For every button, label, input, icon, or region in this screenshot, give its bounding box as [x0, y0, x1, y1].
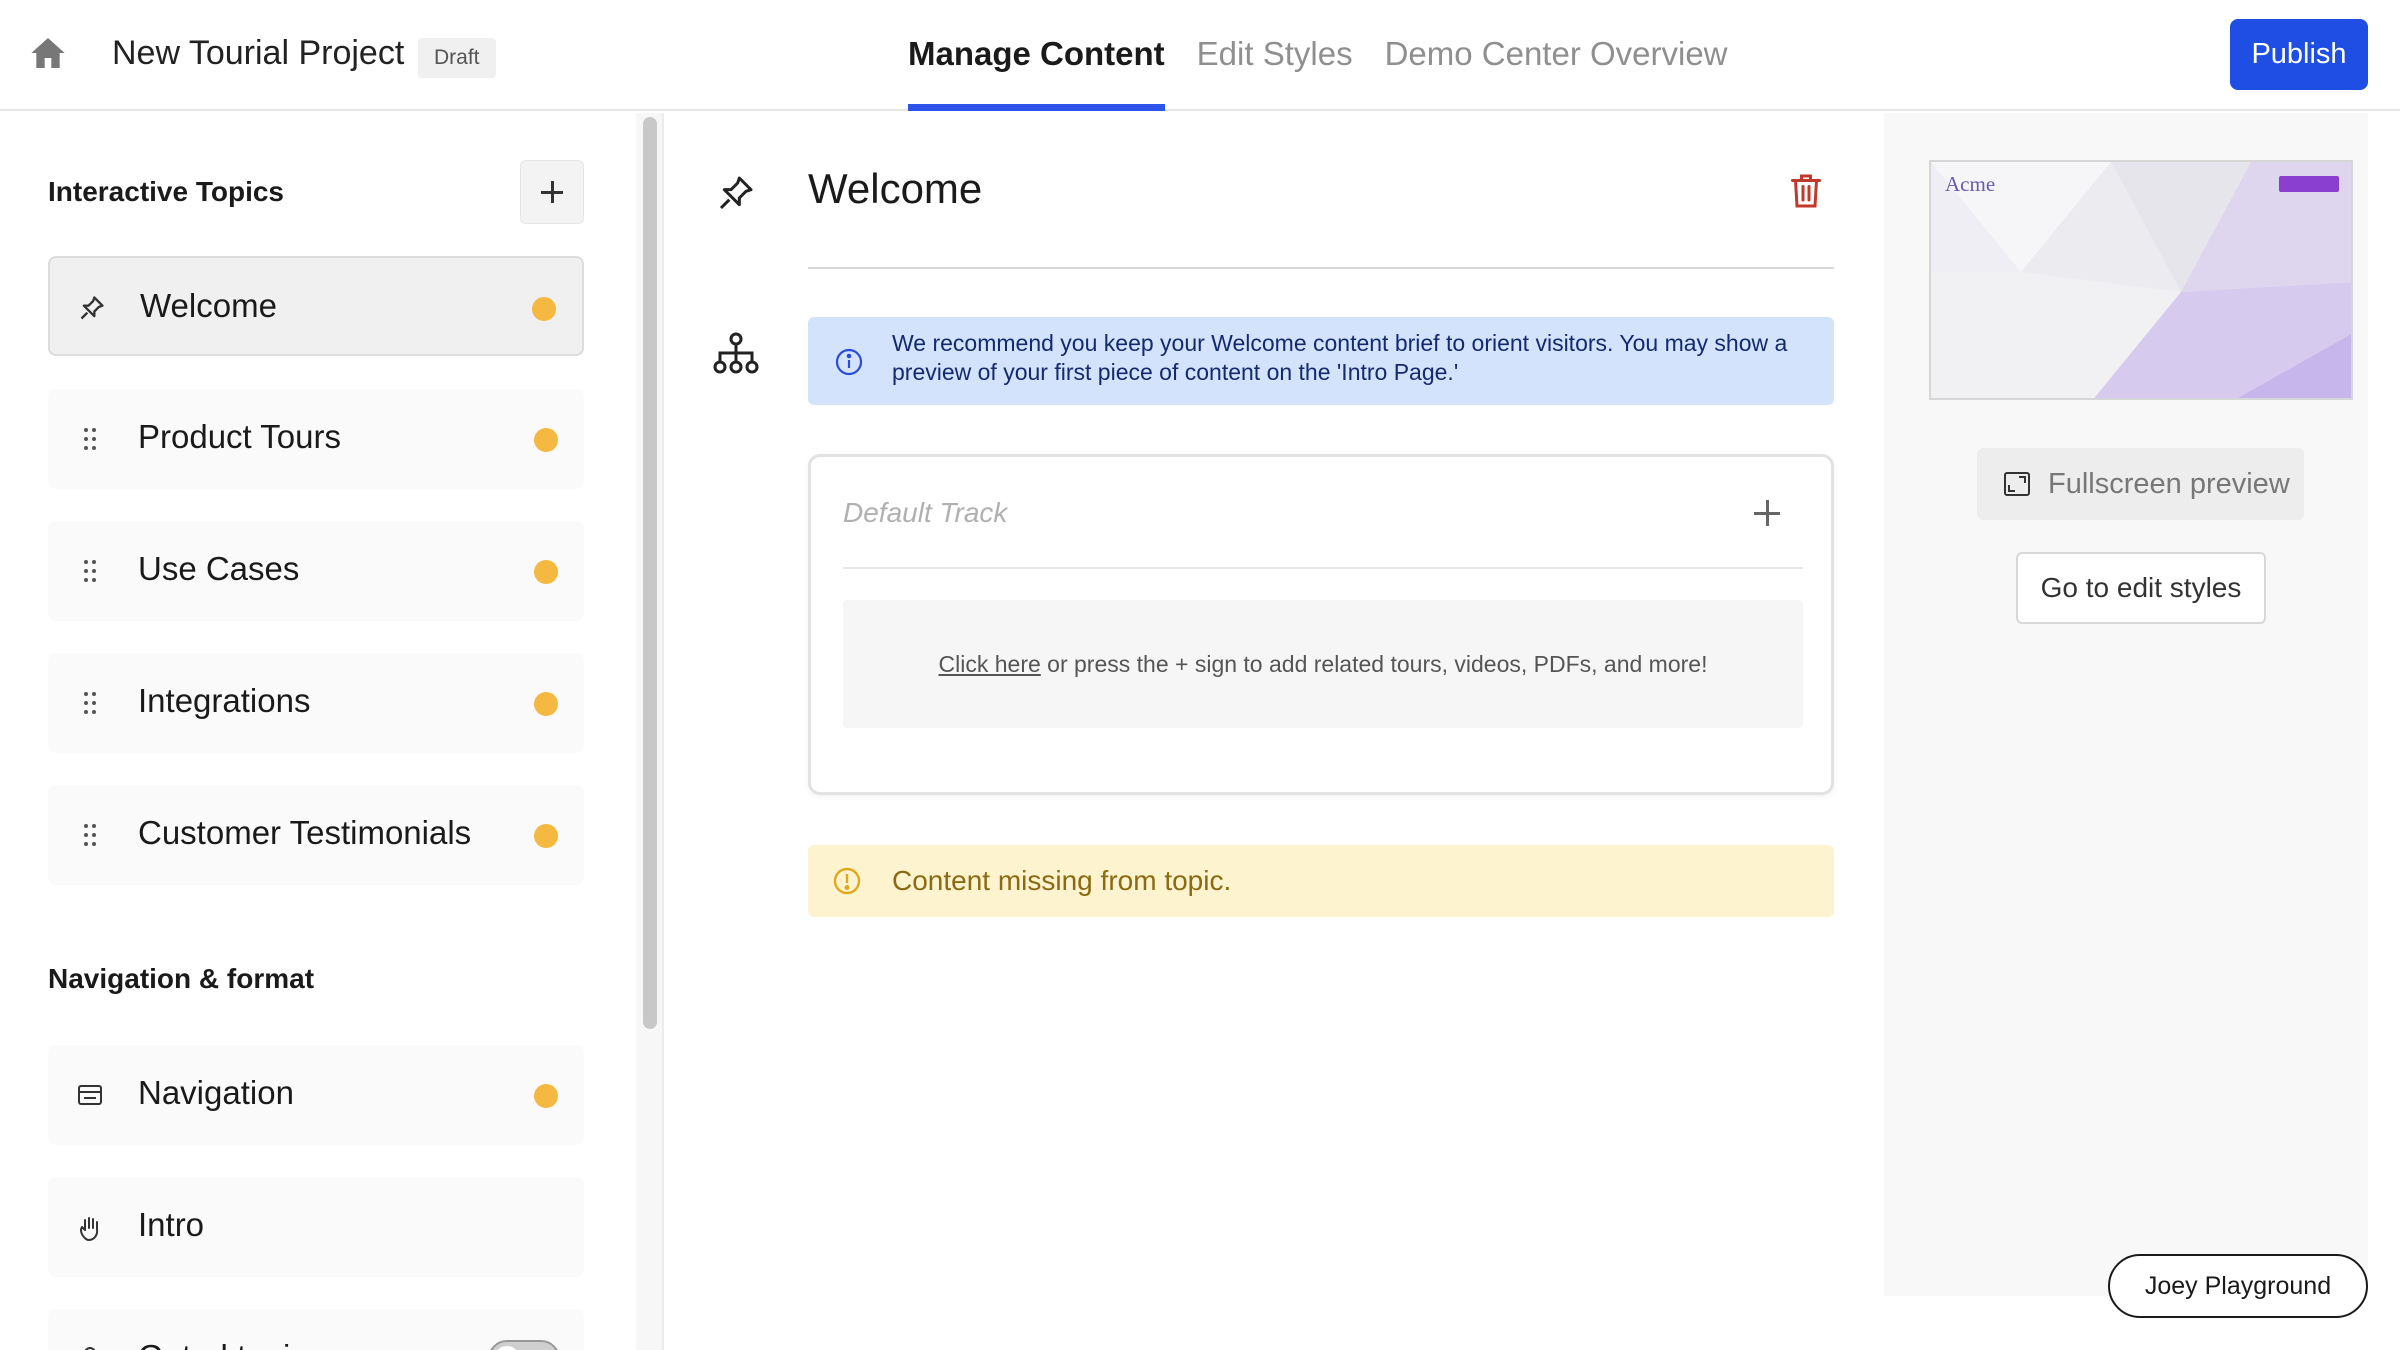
interactive-topics-heading: Interactive Topics: [48, 176, 285, 207]
preview-panel: Acme Fullscreen preview Go to edit style…: [1884, 113, 2368, 1296]
sidebar-item-intro[interactable]: Intro: [48, 1177, 584, 1277]
add-topic-button[interactable]: [520, 160, 584, 224]
publish-button[interactable]: Publish: [2230, 19, 2368, 90]
expand-icon: [2003, 471, 2031, 497]
sidebar-item-label: Gated topics: [138, 1338, 323, 1350]
workspace-switcher-button[interactable]: Joey Playground: [2108, 1254, 2368, 1318]
thumbnail-logo: Acme: [1945, 172, 1996, 196]
status-dot: [532, 297, 556, 321]
app-header: New Tourial Project Draft Manage Content…: [0, 0, 2400, 111]
info-banner: We recommend you keep your Welcome conte…: [808, 317, 1834, 405]
sidebar-scroll-thumb[interactable]: [643, 117, 657, 1029]
title-divider: [808, 267, 1834, 269]
add-content-plus-icon[interactable]: [1747, 493, 1787, 533]
track-title-input[interactable]: Default Track: [843, 497, 1007, 529]
sidebar-item-gated-topics[interactable]: Gated topics: [48, 1309, 584, 1350]
drag-handle-icon[interactable]: [76, 425, 104, 453]
warning-text: Content missing from topic.: [892, 865, 1232, 896]
sidebar-item-label: Welcome: [140, 287, 277, 324]
warning-icon: [832, 866, 862, 896]
sidebar-item-product-tours[interactable]: Product Tours: [48, 389, 584, 489]
default-track-card: Default Track Click here or press the + …: [808, 454, 1834, 795]
preview-thumbnail[interactable]: Acme: [1929, 160, 2353, 400]
tab-edit-styles[interactable]: Edit Styles: [1197, 0, 1353, 111]
topic-title: Welcome: [808, 165, 983, 212]
waving-hand-icon: [76, 1213, 104, 1241]
pin-icon: [78, 294, 106, 322]
status-dot: [534, 824, 558, 848]
main-tabs: Manage Content Edit Styles Demo Center O…: [908, 0, 1760, 111]
sidebar-item-use-cases[interactable]: Use Cases: [48, 521, 584, 621]
empty-state-text: or press the + sign to add related tours…: [1040, 651, 1708, 677]
drag-handle-icon[interactable]: [76, 689, 104, 717]
thumbnail-background-image: [1931, 162, 2351, 398]
fullscreen-preview-label: Fullscreen preview: [2048, 468, 2290, 500]
go-to-edit-styles-button[interactable]: Go to edit styles: [2016, 552, 2266, 624]
drag-handle-icon[interactable]: [76, 557, 104, 585]
click-here-link[interactable]: Click here: [939, 651, 1041, 677]
status-dot: [534, 560, 558, 584]
track-empty-state: Click here or press the + sign to add re…: [843, 600, 1803, 728]
pin-icon: [716, 173, 756, 213]
draft-badge: Draft: [418, 38, 496, 78]
sidebar-item-integrations[interactable]: Integrations: [48, 653, 584, 753]
tab-manage-content[interactable]: Manage Content: [908, 0, 1165, 111]
warning-banner: Content missing from topic.: [808, 845, 1834, 917]
drag-handle-icon[interactable]: [76, 821, 104, 849]
status-dot: [534, 428, 558, 452]
sidebar-item-navigation[interactable]: Navigation: [48, 1045, 584, 1145]
topic-editor: Welcome We recommend you keep your Welco…: [666, 113, 1886, 1350]
sidebar-item-customer-testimonials[interactable]: Customer Testimonials: [48, 785, 584, 885]
fullscreen-preview-button[interactable]: Fullscreen preview: [1977, 448, 2304, 520]
sidebar-item-label: Customer Testimonials: [138, 814, 472, 851]
status-dot: [534, 1084, 558, 1108]
info-text: We recommend you keep your Welcome conte…: [892, 330, 1788, 385]
right-gutter: [2370, 113, 2400, 1350]
lock-icon: [76, 1345, 104, 1350]
sidebar-item-label: Intro: [138, 1206, 205, 1243]
sidebar-item-welcome[interactable]: Welcome: [48, 256, 584, 356]
sidebar-item-label: Navigation: [138, 1074, 294, 1111]
sidebar-scrollbar[interactable]: [636, 113, 664, 1350]
project-title: New Tourial Project: [112, 34, 405, 72]
thumbnail-cta-button: [2279, 176, 2339, 192]
browser-window-icon: [76, 1081, 104, 1109]
sidebar-item-label: Integrations: [138, 682, 311, 719]
navigation-format-heading: Navigation & format: [48, 963, 315, 994]
tab-demo-center-overview[interactable]: Demo Center Overview: [1385, 0, 1728, 111]
status-dot: [534, 692, 558, 716]
info-icon: [834, 347, 864, 377]
delete-topic-icon[interactable]: [1788, 171, 1824, 211]
home-icon[interactable]: [28, 33, 68, 73]
sidebar-item-label: Use Cases: [138, 550, 300, 587]
hierarchy-icon: [712, 331, 760, 377]
topics-sidebar: Interactive Topics Welcome Product Tours…: [0, 113, 636, 1350]
sidebar-item-label: Product Tours: [138, 418, 341, 455]
gated-topics-toggle[interactable]: [488, 1340, 560, 1350]
track-divider: [843, 567, 1803, 569]
